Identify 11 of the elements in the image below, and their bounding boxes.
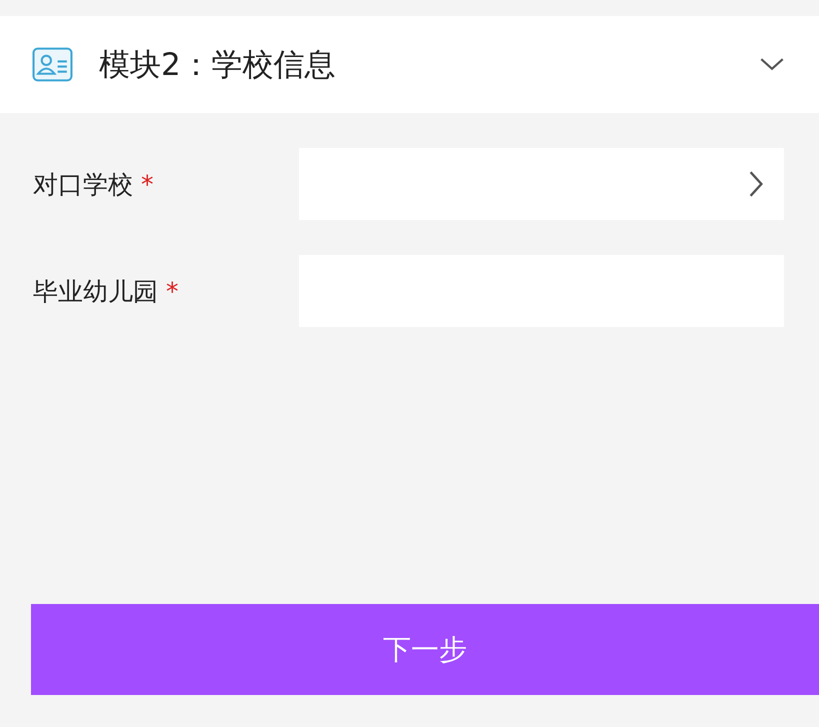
required-mark: * bbox=[166, 276, 178, 306]
select-field[interactable] bbox=[299, 148, 784, 220]
contact-card-icon bbox=[32, 47, 73, 82]
section-title: 模块2：学校信息 bbox=[99, 46, 337, 84]
field-label: 毕业幼儿园 bbox=[33, 276, 158, 308]
section-header[interactable]: 模块2：学校信息 bbox=[0, 16, 819, 113]
required-mark: * bbox=[141, 170, 154, 198]
chevron-right-icon bbox=[748, 170, 764, 198]
chevron-down-icon[interactable] bbox=[759, 57, 785, 72]
next-button[interactable]: 下一步 bbox=[31, 604, 819, 695]
field-label: 对口学校 bbox=[33, 168, 133, 200]
